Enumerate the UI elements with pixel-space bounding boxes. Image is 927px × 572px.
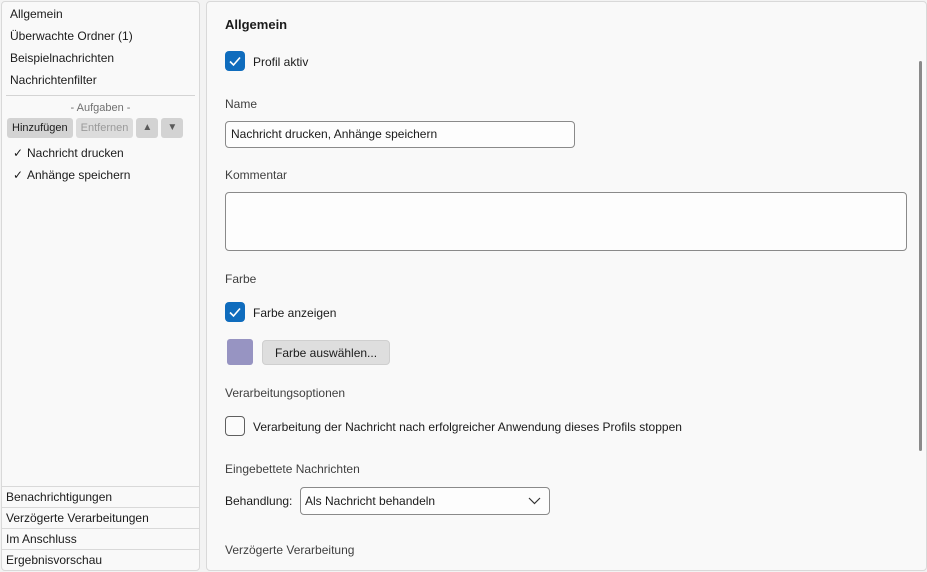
sidebar-item-sample-messages[interactable]: Beispielnachrichten (2, 47, 199, 69)
check-icon: ✓ (13, 168, 24, 182)
task-label: Nachricht drucken (27, 146, 124, 160)
profile-active-checkbox[interactable] (225, 51, 245, 71)
check-icon: ✓ (13, 146, 24, 160)
processing-section-title: Verarbeitungsoptionen (225, 386, 346, 400)
comment-label: Kommentar (225, 168, 288, 182)
sidebar-item-allgemein[interactable]: Allgemein (2, 3, 199, 25)
add-task-button[interactable]: Hinzufügen (7, 118, 73, 138)
remove-task-button[interactable]: Entfernen (75, 118, 134, 138)
task-item[interactable]: ✓ Nachricht drucken (2, 142, 199, 164)
handling-select[interactable]: Als Nachricht behandeln (300, 487, 550, 515)
task-label: Anhänge speichern (27, 168, 131, 182)
color-swatch[interactable] (227, 339, 253, 365)
stop-processing-label: Verarbeitung der Nachricht nach erfolgre… (253, 420, 682, 434)
choose-color-button[interactable]: Farbe auswählen... (262, 340, 391, 365)
vertical-scrollbar[interactable] (919, 61, 922, 451)
show-color-label: Farbe anzeigen (253, 306, 337, 320)
task-toolbar: Hinzufügen Entfernen ▲ ▼ (2, 118, 199, 138)
handling-label: Behandlung: (225, 494, 293, 508)
name-input[interactable]: Nachricht drucken, Anhänge speichern (225, 121, 575, 148)
checkmark-icon (229, 307, 241, 318)
tab-delayed-processing[interactable]: Verzögerte Verarbeitungen (2, 507, 199, 528)
color-section-title: Farbe (225, 272, 257, 286)
profile-active-label: Profil aktiv (253, 55, 309, 69)
tab-notifications[interactable]: Benachrichtigungen (2, 486, 199, 507)
stop-processing-checkbox[interactable] (225, 416, 245, 436)
move-up-button[interactable]: ▲ (136, 118, 159, 138)
handling-select-value: Als Nachricht behandeln (305, 494, 436, 508)
comment-textarea[interactable] (225, 192, 907, 251)
task-list: ✓ Nachricht drucken ✓ Anhänge speichern (2, 142, 199, 186)
tab-afterwards[interactable]: Im Anschluss (2, 528, 199, 549)
sidebar-item-watched-folders[interactable]: Überwachte Ordner (1) (2, 25, 199, 47)
chevron-down-icon (528, 497, 541, 505)
settings-panel: Allgemein Profil aktiv Name Nachricht dr… (206, 1, 927, 571)
show-color-checkbox[interactable] (225, 302, 245, 322)
delayed-section-title: Verzögerte Verarbeitung (225, 543, 355, 557)
move-down-button[interactable]: ▼ (161, 118, 184, 138)
sidebar-item-message-filter[interactable]: Nachrichtenfilter (2, 69, 199, 91)
profile-sidebar: Allgemein Überwachte Ordner (1) Beispiel… (1, 1, 200, 571)
divider (6, 95, 195, 96)
name-label: Name (225, 97, 258, 111)
embedded-section-title: Eingebettete Nachrichten (225, 462, 360, 476)
bottom-tabs: Benachrichtigungen Verzögerte Verarbeitu… (2, 486, 199, 570)
task-item[interactable]: ✓ Anhänge speichern (2, 164, 199, 186)
tasks-heading: - Aufgaben - (70, 102, 131, 114)
checkmark-icon (229, 56, 241, 67)
page-title: Allgemein (225, 17, 288, 32)
tab-result-preview[interactable]: Ergebnisvorschau (2, 549, 199, 570)
